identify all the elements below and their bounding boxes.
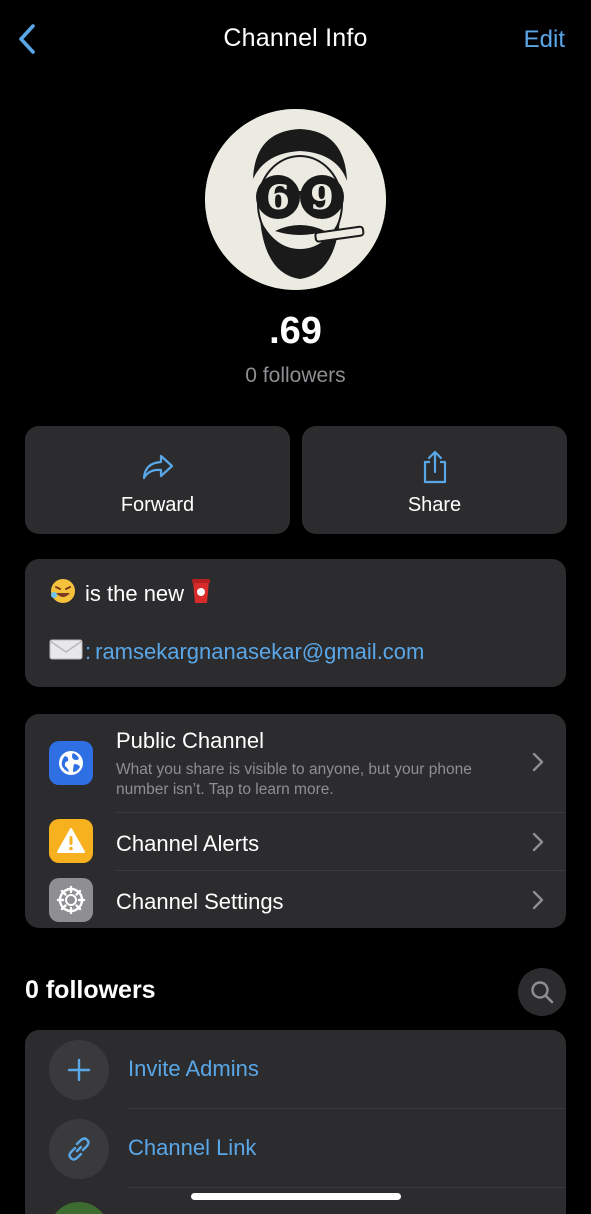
- follower-count: 0 followers: [245, 364, 346, 387]
- channel-alerts-row[interactable]: Channel Alerts: [25, 813, 566, 870]
- search-icon: [531, 981, 554, 1004]
- share-button[interactable]: Share: [302, 426, 567, 534]
- search-followers-button[interactable]: [518, 968, 566, 1016]
- channel-link-row[interactable]: Channel Link: [25, 1109, 566, 1188]
- row-divider: [128, 1187, 566, 1188]
- public-channel-row[interactable]: Public Channel What you share is visible…: [25, 714, 566, 812]
- forward-button[interactable]: Forward: [25, 426, 290, 534]
- chevron-right-icon: [532, 890, 544, 910]
- about-card: is the new : ramsekargnanasekar@gmail.co…: [25, 559, 566, 687]
- cup-emoji-icon: [190, 577, 212, 611]
- home-indicator: [191, 1193, 401, 1200]
- invite-admins-row[interactable]: Invite Admins: [25, 1030, 566, 1109]
- channel-alerts-title: Channel Alerts: [116, 831, 260, 856]
- avatar[interactable]: [49, 1202, 109, 1214]
- gear-icon: [49, 878, 93, 922]
- navigation-bar: Channel Info Edit: [0, 0, 591, 80]
- channel-settings-title: Channel Settings: [116, 889, 284, 914]
- invite-admins-label: Invite Admins: [128, 1056, 259, 1081]
- description-line: is the new: [49, 577, 212, 611]
- page-title: Channel Info: [223, 24, 368, 52]
- members-card: Invite Admins Channel Link: [25, 1030, 566, 1214]
- email-line: : ramsekargnanasekar@gmail.com: [49, 637, 424, 667]
- channel-name: .69: [269, 310, 322, 352]
- warning-icon: [49, 819, 93, 863]
- description-text: is the new: [85, 581, 185, 606]
- public-channel-subtitle: What you share is visible to anyone, but…: [116, 761, 472, 798]
- forward-label: Forward: [120, 494, 195, 516]
- email-link[interactable]: ramsekargnanasekar@gmail.com: [95, 639, 424, 665]
- followers-section-title: 0 followers: [25, 976, 156, 1004]
- channel-settings-row[interactable]: Channel Settings: [25, 871, 566, 928]
- globe-icon: [49, 741, 93, 785]
- share-icon: [423, 450, 446, 484]
- email-prefix: :: [85, 639, 92, 664]
- chevron-right-icon: [532, 752, 544, 772]
- laughing-emoji-icon: [49, 577, 77, 611]
- forward-arrow-icon: [142, 454, 173, 480]
- channel-link-label: Channel Link: [128, 1135, 257, 1160]
- chevron-right-icon: [532, 832, 544, 852]
- envelope-emoji-icon: [49, 637, 83, 667]
- avatar-illustration: 6 9: [205, 109, 386, 290]
- share-label: Share: [407, 494, 462, 516]
- svg-text:6: 6: [266, 178, 290, 218]
- svg-text:9: 9: [310, 178, 334, 218]
- link-icon: [49, 1119, 109, 1179]
- channel-avatar[interactable]: 6 9: [205, 109, 386, 290]
- public-channel-title: Public Channel: [116, 728, 264, 753]
- channel-settings-card: Public Channel What you share is visible…: [25, 714, 566, 928]
- plus-icon: [49, 1040, 109, 1100]
- edit-button[interactable]: Edit: [524, 26, 565, 54]
